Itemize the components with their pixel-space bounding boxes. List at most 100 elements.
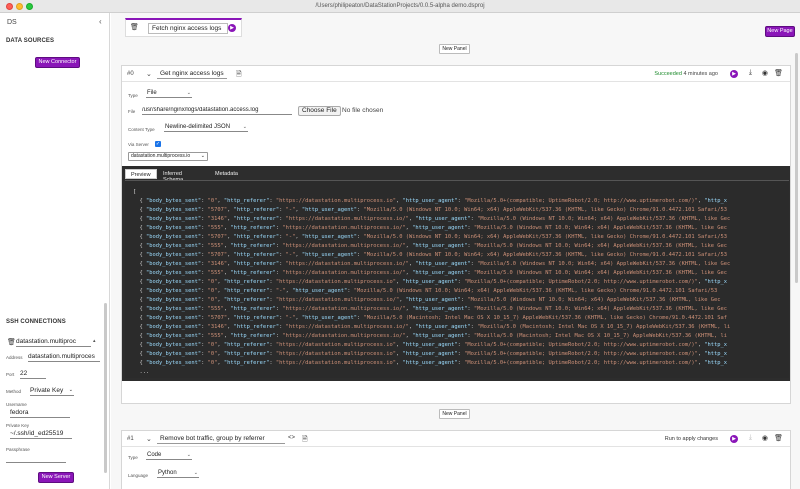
hide-eye-icon[interactable]: ◉ (762, 434, 768, 442)
chevron-down-icon: ⌄ (193, 470, 198, 476)
passphrase-label: Passphrase (6, 447, 30, 452)
json-key: "http_user_agent" (301, 234, 358, 240)
tab-metadata[interactable]: Metadata (210, 169, 243, 179)
trash-icon[interactable]: 🗑 (774, 69, 783, 77)
tab-preview[interactable]: Preview (125, 169, 157, 179)
type-select[interactable]: Code ⌄ (146, 452, 192, 460)
chevron-down-icon: ⌄ (200, 153, 205, 159)
json-punct: { (133, 333, 146, 339)
json-key: "http_user_agent" (412, 225, 468, 231)
hide-eye-icon[interactable]: ◉ (762, 69, 768, 77)
json-punct: { (133, 324, 146, 330)
via-server-checkbox[interactable]: ✓ (155, 141, 161, 147)
main-scrollbar[interactable] (795, 53, 798, 283)
document-icon: 🗎 (302, 436, 308, 443)
address-field[interactable]: datastation.multiproces (28, 353, 100, 362)
type-select[interactable]: File ⌄ (146, 90, 192, 98)
json-agent-value: "Mozilla/5.0 (Macintosh; Intel Mac OS X … (473, 333, 728, 339)
username-field[interactable]: fedora (10, 409, 70, 418)
private-key-field[interactable]: ~/.ssh/id_ed25519 (10, 430, 72, 439)
chevron-down-icon[interactable]: ⌄ (146, 70, 152, 78)
panel-title-input[interactable]: Remove bot traffic, group by referrer (157, 434, 285, 444)
tab-inferred-schema[interactable]: Inferred Schema (158, 169, 188, 183)
file-label: File (128, 109, 136, 114)
json-referer-value: "https://datastation.multiprocess.io/" (282, 225, 406, 231)
json-key: "http_referer" (223, 198, 270, 204)
new-server-button[interactable]: New Server (38, 472, 74, 483)
json-key: "http_user_agent" (402, 198, 458, 204)
port-label: Port (6, 372, 15, 377)
run-play-icon[interactable]: ▶ (730, 70, 738, 78)
file-path-input[interactable]: /usr/share/nginx/logs/datastation.access… (142, 107, 292, 115)
json-referer-value: "https://datastation.multiprocess.io/" (282, 243, 406, 249)
new-connector-button[interactable]: New Connector (35, 57, 80, 68)
page-name-input[interactable]: Fetch nginx access logs (148, 23, 228, 34)
json-bytes-value: "5707" (207, 315, 228, 321)
json-key: "http_referer" (233, 261, 280, 267)
json-referer-value: "https://datastation.multiprocess.io/" (282, 306, 406, 312)
run-play-icon[interactable]: ▶ (730, 435, 738, 443)
choose-file-button[interactable]: Choose File (298, 106, 341, 116)
json-referer-value: "https://datastation.multiprocess.io" (275, 360, 396, 366)
chevron-down-icon: ⌄ (68, 387, 73, 393)
json-agent-value: "Mozilla/5.0 (Windows NT 10.0; Win64; x6… (473, 243, 728, 249)
chevron-down-icon[interactable]: ⌄ (146, 435, 152, 443)
page-tab-active[interactable]: 🗑 Fetch nginx access logs ▶ (125, 18, 242, 37)
json-key: "body_bytes_sent" (145, 243, 202, 249)
json-ellipsis: ... (133, 369, 150, 375)
new-panel-button-2[interactable]: New Panel (439, 409, 470, 419)
json-line: { "body_bytes_sent": "5707", "http_refer… (133, 314, 789, 323)
json-punct: { (133, 252, 146, 258)
json-bytes-value: "3146" (207, 261, 228, 267)
private-key-label: Private Key (6, 423, 30, 428)
json-key: "http_user_agent" (301, 315, 358, 321)
sidebar-scrollbar[interactable] (104, 303, 107, 473)
panel-number: #0 (127, 71, 134, 77)
collapse-arrow-icon[interactable]: ▴ (93, 338, 96, 344)
language-select[interactable]: Python ⌄ (157, 470, 199, 478)
json-key: "http_referer" (223, 288, 270, 294)
json-agent-value: "Mozilla/5.0 (Windows NT 10.0; Win64; x6… (477, 216, 731, 222)
json-punct: { (133, 360, 146, 366)
json-key: "body_bytes_sent" (145, 198, 202, 204)
passphrase-field[interactable] (6, 455, 66, 463)
play-icon[interactable]: ▶ (228, 24, 236, 32)
trash-icon[interactable]: 🗑 (130, 23, 139, 31)
json-close-bracket: ] (133, 377, 789, 378)
status-success: Succeeded (654, 71, 682, 77)
json-referer-value: "https://datastation.multiprocess.io" (275, 198, 396, 204)
content-type-select[interactable]: Newline-delimited JSON ⌄ (164, 124, 248, 132)
sidebar: DS ‹ DATA SOURCES New Connector SSH CONN… (0, 13, 110, 489)
json-referer-value: "-" (285, 234, 296, 240)
json-line: { "body_bytes_sent": "555", "http_refere… (133, 305, 789, 314)
download-icon[interactable]: ⤓ (749, 434, 752, 442)
json-bytes-value: "555" (207, 333, 224, 339)
server-select[interactable]: datastation.multiprocess.io ⌄ (128, 152, 208, 161)
download-icon[interactable]: ⤓ (749, 69, 752, 77)
json-line: { "body_bytes_sent": "0", "http_referer"… (133, 359, 789, 368)
json-key: "http_user_agent" (292, 288, 348, 294)
new-panel-button[interactable]: New Panel (439, 44, 470, 54)
json-line: { "body_bytes_sent": "0", "http_referer"… (133, 287, 789, 296)
json-key: "body_bytes_sent" (145, 324, 202, 330)
json-key: "body_bytes_sent" (145, 342, 202, 348)
port-field[interactable]: 22 (20, 370, 46, 379)
json-key: "body_bytes_sent" (145, 270, 202, 276)
json-key: "http_user_agent" (415, 261, 471, 267)
json-agent-value: "Mozilla/5.0 (Macintosh; Intel Mac OS X … (477, 324, 731, 330)
panel-title-input[interactable]: Get nginx access logs (157, 69, 227, 79)
json-agent-value: "Mozilla/5.0 (Windows NT 10.0; Win64; x6… (473, 306, 728, 312)
json-agent-value: "Mozilla/5.0+(compatible; UptimeRobot/2.… (464, 279, 698, 285)
new-page-button[interactable]: New Page (765, 26, 795, 37)
json-key: "http_referer" (223, 360, 270, 366)
trash-icon[interactable]: 🗑 (774, 434, 783, 442)
json-key: "http_user_agent" (301, 252, 358, 258)
method-select[interactable]: Private Key ⌄ (30, 387, 74, 396)
json-key: "body_bytes_sent" (145, 306, 202, 312)
ssh-name-field[interactable]: datastation.multiproc (16, 338, 91, 347)
json-line: { "body_bytes_sent": "3146", "http_refer… (133, 260, 789, 269)
json-line: { "body_bytes_sent": "0", "http_referer"… (133, 278, 789, 287)
chevron-left-icon[interactable]: ‹ (99, 17, 102, 26)
panel-number: #1 (127, 436, 134, 442)
trash-icon[interactable]: 🗑 (7, 338, 16, 346)
